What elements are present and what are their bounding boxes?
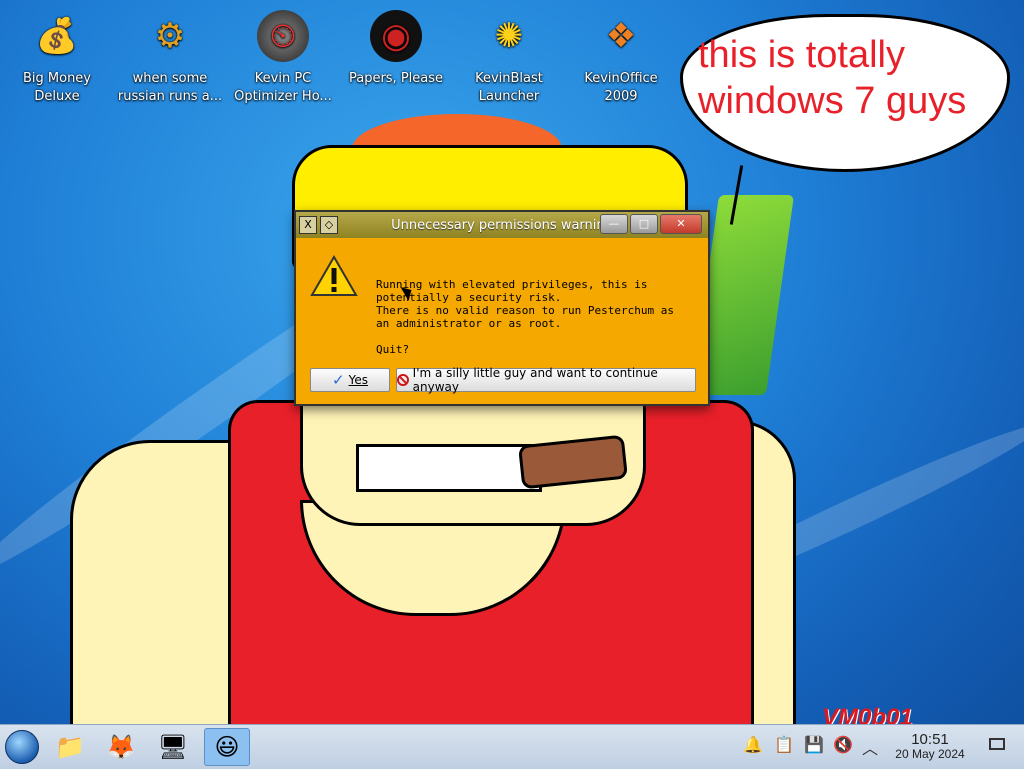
desktop-icon-big-money-deluxe[interactable]: 💰 Big Money Deluxe (2, 10, 112, 106)
desktop-icon-papers-please[interactable]: ◉ Papers, Please (341, 10, 451, 88)
speech-bubble-line: this is totally (698, 34, 905, 76)
start-button[interactable] (2, 728, 42, 766)
clipboard-icon[interactable]: 📋 (774, 735, 794, 754)
warning-icon (310, 255, 358, 296)
speedometer-icon: ⏲ (257, 10, 309, 62)
notifications-icon[interactable]: 🔔 (743, 735, 763, 754)
desktop-icon-label: russian runs a... (117, 89, 223, 104)
desktop-icon-kevinoffice-2009[interactable]: ❖ KevinOffice 2009 (566, 10, 676, 106)
taskbar: 📁 🦊 🖥 😃 🔔 📋 💾 🔇 ︿ (0, 724, 1024, 769)
taskbar-control-panel[interactable]: 🖥 (153, 728, 193, 766)
desktop-icon-label: Optimizer Ho... (234, 89, 332, 104)
show-desktop-icon[interactable] (989, 738, 1005, 750)
tray-expand-icon[interactable]: ︿ (862, 735, 878, 759)
windows-orb-icon (5, 730, 39, 764)
speech-bubble-text: this is totally windows 7 guys (698, 32, 998, 124)
storage-icon[interactable]: 💾 (804, 735, 824, 754)
desktop-icon-label: Deluxe (34, 89, 80, 104)
desktop-icon-label: KevinBlast (475, 71, 543, 86)
volume-muted-icon[interactable]: 🔇 (833, 735, 853, 754)
firefox-icon: 🦊 (106, 733, 136, 761)
desktop-icon-label: 2009 (604, 89, 638, 104)
message-line: Running with elevated privileges, this i… (376, 278, 648, 291)
desktop-icon-label: KevinOffice (584, 71, 658, 86)
dialog-message: Running with elevated privileges, this i… (376, 278, 674, 356)
desktop-icon-label: Big Money (22, 71, 91, 86)
speech-bubble-line: windows 7 guys (698, 80, 967, 122)
desktop-icon-russian[interactable]: ⚙ when some russian runs a... (115, 10, 225, 106)
continue-anyway-button[interactable]: I'm a silly little guy and want to conti… (396, 366, 696, 394)
pesterchum-smiley-icon: 😃 (214, 733, 240, 761)
taskbar-pesterchum[interactable]: 😃 (204, 728, 250, 766)
clock-date[interactable]: 20 May 2024 (884, 747, 976, 761)
character-mouth (356, 444, 542, 492)
desktop-icon-label: when some (132, 71, 208, 86)
message-line: There is no valid reason to run Pesterch… (376, 304, 675, 317)
money-bag-icon: 💰 (35, 16, 79, 56)
continue-button-label: I'm a silly little guy and want to conti… (412, 366, 658, 394)
close-button[interactable]: ✕ (660, 214, 702, 234)
stamp-icon: ◉ (370, 10, 422, 62)
taskbar-firefox[interactable]: 🦊 (101, 728, 141, 766)
taskbar-file-manager[interactable]: 📁 (50, 728, 90, 766)
settings-monitor-icon: 🖥 (157, 733, 189, 761)
permissions-warning-dialog: X ◇ Unnecessary permissions warning — □ … (294, 210, 710, 406)
yes-button-label: Yes (348, 373, 368, 387)
no-entry-icon (397, 374, 409, 386)
message-line (376, 330, 674, 343)
gear-icon: ⚙ (154, 16, 186, 56)
checkmark-icon: ✓ (332, 371, 345, 389)
message-line: Quit? (376, 343, 410, 356)
desktop-icon-kevin-pc-optimizer[interactable]: ⏲ Kevin PC Optimizer Ho... (228, 10, 338, 106)
globe-burst-icon: ✺ (494, 16, 524, 56)
minimize-button[interactable]: — (600, 214, 628, 234)
maximize-button[interactable]: □ (630, 214, 658, 234)
window-controls: — □ ✕ (598, 214, 702, 234)
message-line: potentially a security risk. (376, 291, 562, 304)
yes-button[interactable]: ✓ Yes (310, 368, 390, 392)
desktop-icon-label: Kevin PC (254, 71, 312, 86)
message-line: an administrator or as root. (376, 317, 562, 330)
office-logo-icon: ❖ (605, 16, 637, 56)
desktop-icon-label: Launcher (478, 89, 540, 104)
dialog-titlebar[interactable]: X ◇ Unnecessary permissions warning — □ … (296, 212, 708, 238)
folder-icon: 📁 (55, 733, 85, 761)
desktop-icon-kevinblast-launcher[interactable]: ✺ KevinBlast Launcher (454, 10, 564, 106)
clock-time[interactable]: 10:51 (906, 731, 954, 748)
desktop-icon-label: Papers, Please (348, 71, 444, 86)
